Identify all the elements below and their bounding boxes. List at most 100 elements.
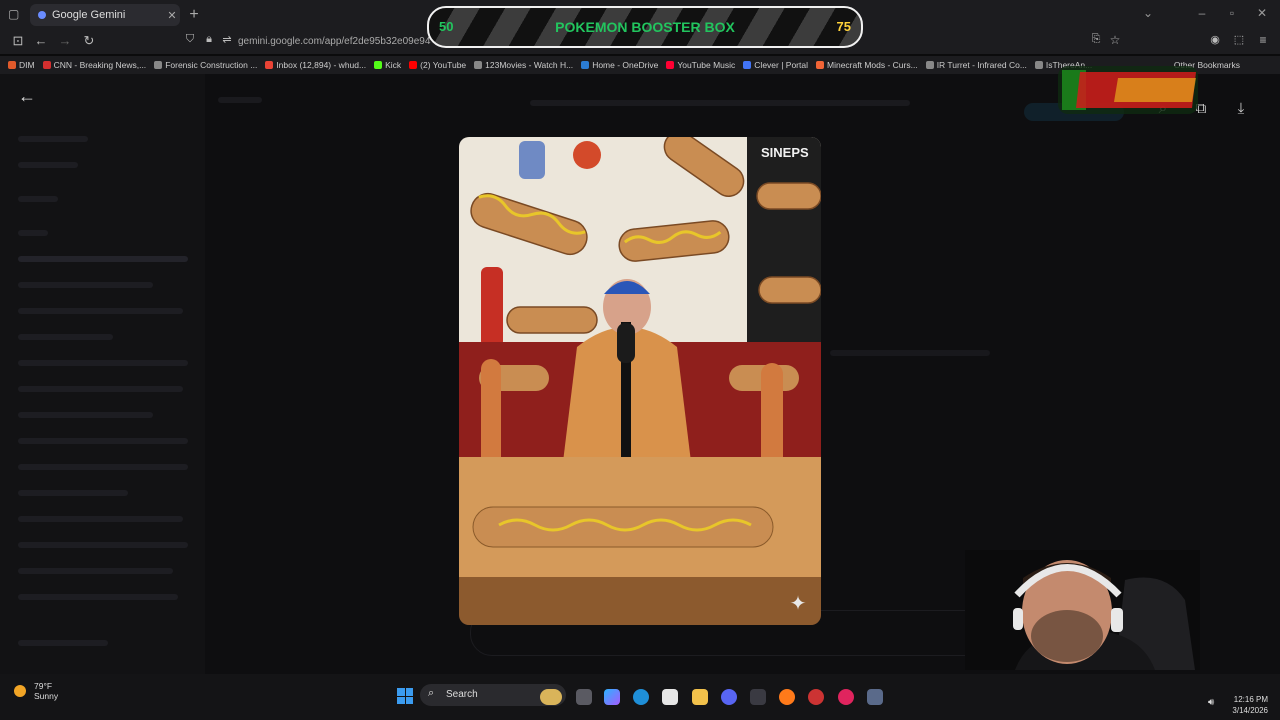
bookmark-star-icon[interactable]: ☆ [1107,33,1123,47]
bookmark-item[interactable]: Kick [374,60,401,70]
bookmark-favicon-icon [581,61,590,69]
close-tab-icon[interactable]: ✕ [164,9,180,22]
generated-image[interactable]: SINEPS [459,137,821,625]
sidebar-placeholder-line [18,230,48,236]
sidebar-placeholder-line [18,438,188,444]
stream-goal-banner: POKEMON BOOSTER BOX 50 75 [427,6,863,48]
sidebar-placeholder-line [18,308,183,314]
bookmark-item[interactable]: DIM [8,60,35,70]
menu-icon[interactable]: ≡ [1255,33,1271,47]
close-window-icon[interactable]: ✕ [1254,6,1270,20]
sidebar-placeholder-line [18,542,188,548]
copilot-icon[interactable] [604,689,620,705]
bookmark-favicon-icon [409,61,418,69]
edge-icon[interactable] [633,689,649,705]
volume-icon[interactable]: 🔊︎ [1208,697,1214,708]
bookmark-item[interactable]: Clever | Portal [743,60,808,70]
svg-text:SINEPS: SINEPS [761,145,809,160]
clock-time: 12:16 PM [1233,695,1268,704]
bookmark-item[interactable]: IR Turret - Infrared Co... [925,60,1027,70]
sidebar-placeholder-line [18,196,58,202]
sidebar-placeholder-line [18,256,188,262]
back-icon[interactable]: ← [33,33,49,48]
minimize-icon[interactable]: – [1194,6,1210,20]
bookmark-favicon-icon [816,61,824,69]
forward-icon[interactable]: → [57,33,73,48]
bookmark-label: (2) YouTube [420,60,467,70]
sidebar-toggle-icon[interactable]: ⊡ [10,33,26,49]
snipping-tool-icon[interactable] [867,689,883,705]
start-button[interactable] [397,688,413,704]
save-page-icon[interactable]: ⎘ [1088,33,1104,46]
tab-google-gemini[interactable]: Google Gemini ✕ [30,4,180,26]
channel-logo [1058,66,1198,114]
settings-icon[interactable] [750,689,766,705]
shield-icon[interactable]: ⛉ [182,33,198,46]
bookmark-item[interactable]: YouTube Music [666,60,735,70]
extensions-icon[interactable]: ⬚ [1231,33,1247,46]
file-explorer-icon[interactable] [692,689,708,705]
bookmark-favicon-icon [8,61,16,69]
media-player-icon[interactable] [838,689,854,705]
lock-icon[interactable]: 🔒︎ [201,33,217,46]
bookmark-item[interactable]: Forensic Construction ... [154,60,257,70]
maximize-icon[interactable]: ▫ [1224,6,1240,20]
bookmark-label: Forensic Construction ... [165,60,258,70]
bookmark-favicon-icon [666,61,675,69]
weather-widget[interactable]: 79°F Sunny [14,681,58,701]
bookmark-label: DIM [19,60,35,70]
taskbar-clock[interactable]: 12:16 PM 3/14/2026 [1220,694,1268,716]
tab-title: Google Gemini [52,9,126,21]
new-tab-icon[interactable]: + [186,6,202,24]
close-image-viewer-icon[interactable]: ← [18,86,38,107]
bookmark-favicon-icon [42,61,51,69]
weather-temperature: 79°F [34,681,53,691]
sidebar-placeholder-line [18,162,78,168]
app-icon[interactable] [808,689,824,705]
reload-icon[interactable]: ↻ [81,33,97,49]
bookmark-favicon-icon [374,61,383,69]
profile-icon[interactable]: ◉ [1207,33,1223,46]
sun-icon [14,685,26,697]
banner-right-count: 75 [836,19,851,34]
bookmark-favicon-icon [743,61,752,69]
weather-condition: Sunny [34,691,59,701]
sidebar-placeholder-line [18,490,128,496]
bookmark-label: IR Turret - Infrared Co... [936,60,1027,70]
bookmark-favicon-icon [925,61,934,69]
bookmark-label: Inbox (12,894) - whud... [276,60,367,70]
bookmark-item[interactable]: Minecraft Mods - Curs... [816,60,918,70]
chat-placeholder-line [530,100,910,106]
sidebar-placeholder-line [18,464,188,470]
bookmark-item[interactable]: CNN - Breaking News,... [42,60,146,70]
firefox-icon[interactable] [779,689,795,705]
bookmark-favicon-icon [154,61,163,69]
bookmark-label: Kick [385,60,402,70]
sidebar-placeholder-line [18,282,153,288]
sidebar-placeholder-line [18,594,178,600]
address-bar[interactable]: gemini.google.com/app/ef2de95b32e09e94 [238,36,430,47]
discord-icon[interactable] [721,689,737,705]
webcam-feed [965,550,1200,670]
bookmark-label: YouTube Music [677,60,736,70]
store-icon[interactable] [662,689,678,705]
bookmark-favicon-icon [474,61,483,69]
bookmark-label: Clever | Portal [754,60,808,70]
download-icon[interactable]: ⤓ [1231,100,1251,117]
sidebar-placeholder-line [18,136,88,142]
bookmark-item[interactable]: (2) YouTube [409,60,466,70]
tab-search-chevron-icon[interactable]: ⌄ [1140,6,1156,20]
sidebar-placeholder-line [18,568,173,574]
sidebar-placeholder-line [18,386,183,392]
banner-left-count: 50 [439,19,454,34]
bookmark-item[interactable]: 123Movies - Watch H... [474,60,573,70]
bookmark-item[interactable]: Inbox (12,894) - whud... [265,60,366,70]
search-icon: ⌕ [428,687,435,699]
task-view-icon[interactable] [576,689,592,705]
sidebar-placeholder-line [18,516,183,522]
site-permissions-icon[interactable]: ⇌ [219,33,235,46]
bookmark-item[interactable]: Home - OneDrive [581,60,658,70]
chat-placeholder-line [830,350,990,356]
tab-list-icon[interactable]: ▢ [8,7,22,21]
sidebar-placeholder-line [18,412,153,418]
